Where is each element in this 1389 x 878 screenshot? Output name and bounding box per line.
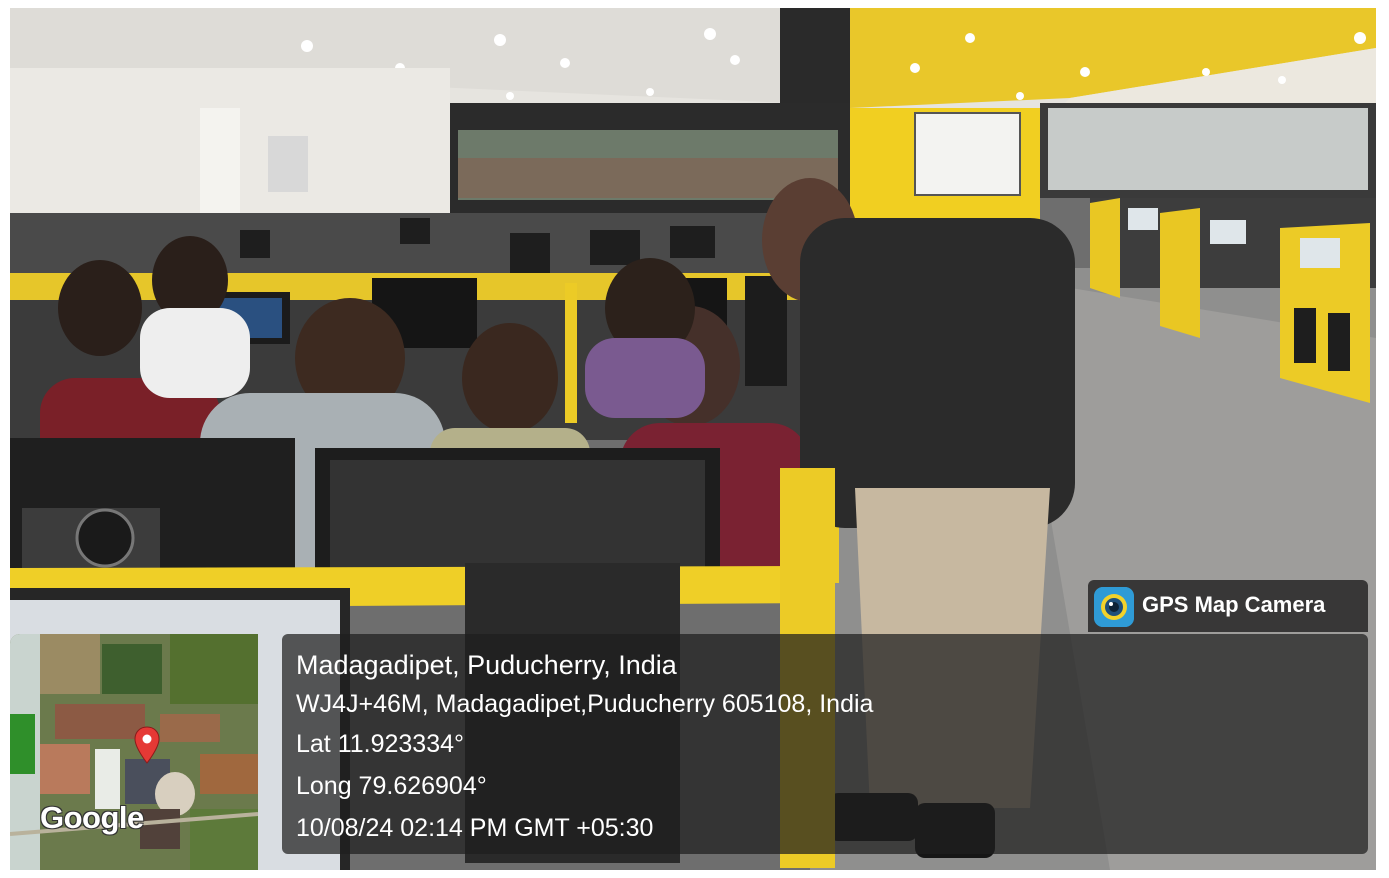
location-title: Madagadipet, Puducherry, India — [296, 650, 677, 680]
brand-label: GPS Map Camera — [1142, 592, 1326, 617]
timestamp-line: 10/08/24 02:14 PM GMT +05:30 — [296, 814, 654, 842]
latitude-line: Lat 11.923334° — [296, 730, 465, 758]
map-pin-icon — [134, 726, 160, 764]
longitude-line: Long 79.626904° — [296, 772, 487, 800]
camera-lens-icon — [1094, 587, 1134, 627]
address-line: WJ4J+46M, Madagadipet,Puducherry 605108,… — [296, 690, 874, 718]
google-map-logo: Google — [40, 800, 144, 835]
